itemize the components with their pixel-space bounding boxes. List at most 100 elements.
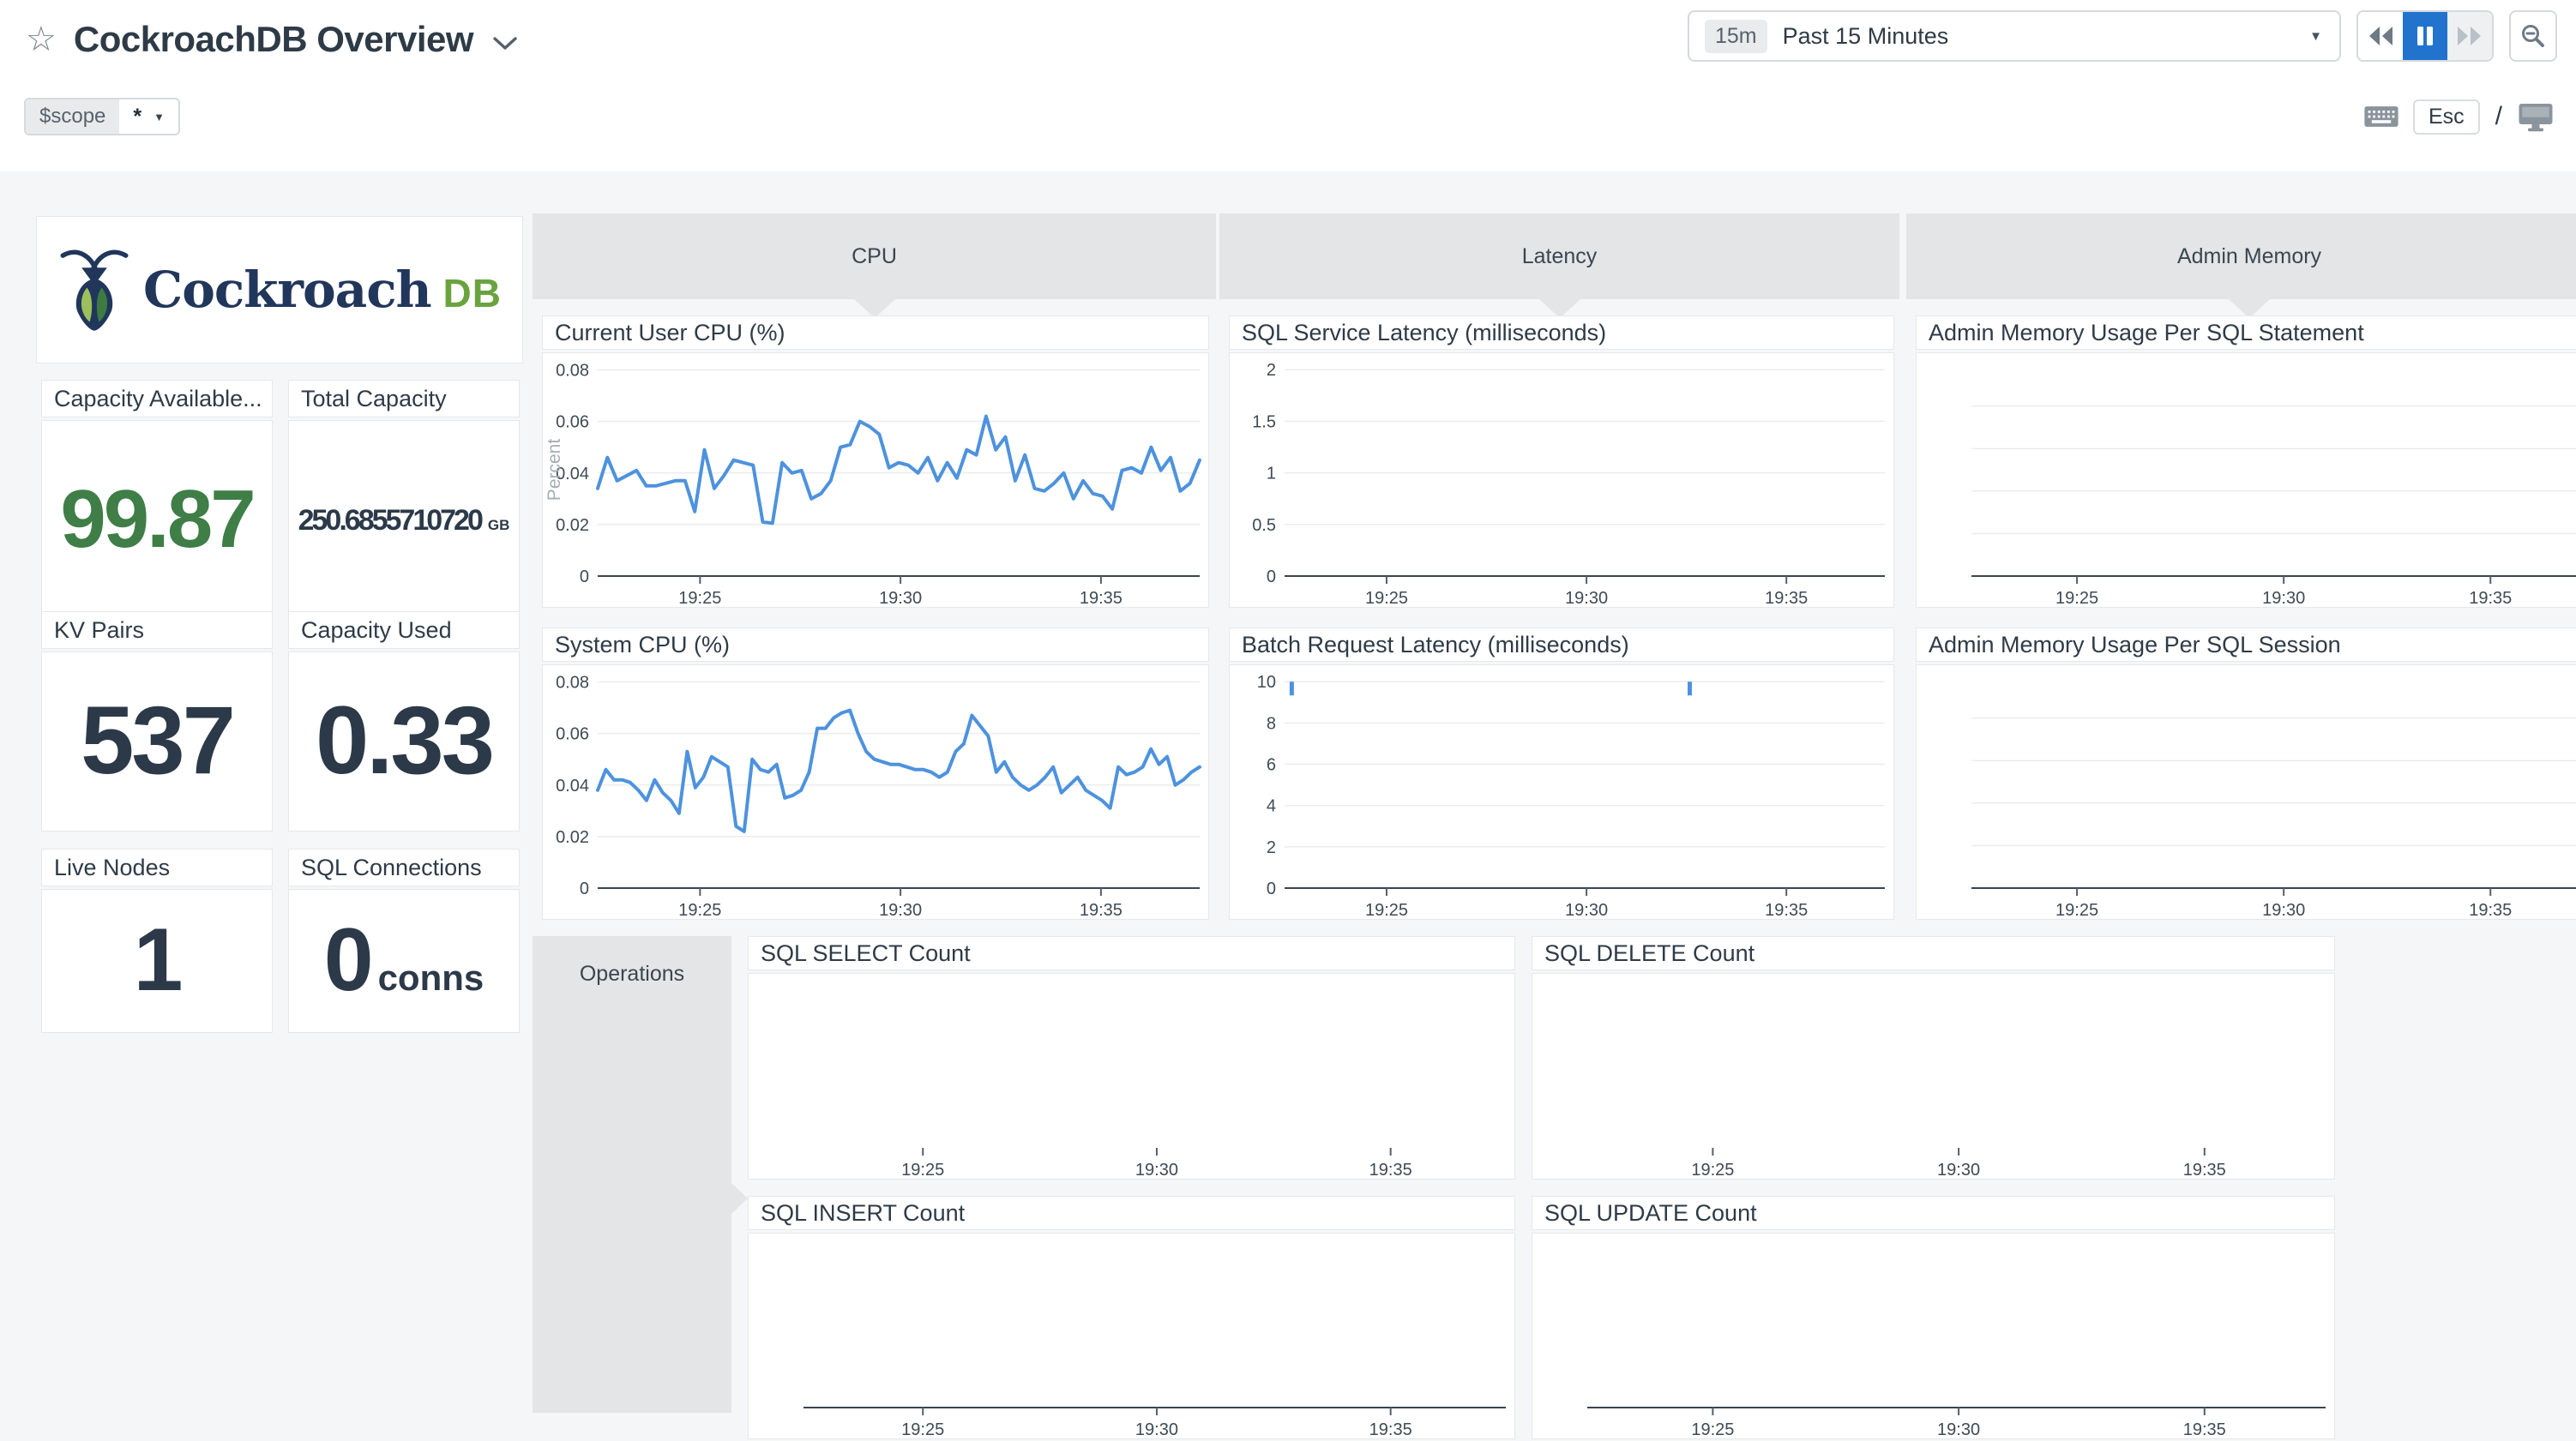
metric-card-title: Capacity Available... [41, 380, 273, 417]
svg-text:10: 10 [1257, 673, 1276, 692]
svg-text:19:30: 19:30 [1565, 589, 1608, 608]
pause-button[interactable] [2403, 12, 2447, 60]
section-header-cpu[interactable]: CPU [533, 213, 1216, 299]
chart-svg: 19:2519:3019:35 [1532, 974, 2336, 1180]
chart-title: SQL UPDATE Count [1544, 1200, 1757, 1227]
metric-value: 0.33 [316, 693, 492, 789]
svg-text:19:30: 19:30 [1565, 901, 1608, 920]
metric-title-text: Live Nodes [54, 855, 170, 881]
chart-title-bar: Admin Memory Usage Per SQL Statement [1916, 315, 2576, 350]
svg-text:6: 6 [1267, 756, 1276, 775]
svg-text:19:35: 19:35 [1765, 589, 1808, 608]
y-axis-unit-label: Percent [545, 439, 564, 501]
chart-title-bar: SQL SELECT Count [748, 936, 1515, 970]
chart-plot-area[interactable]: 19:2519:3019:35 [1916, 664, 2576, 920]
chart-title: SQL INSERT Count [761, 1200, 965, 1227]
section-label: Operations [533, 962, 731, 987]
metric-card-title: KV Pairs [41, 611, 273, 649]
svg-text:19:25: 19:25 [1365, 589, 1408, 608]
section-label: CPU [852, 244, 897, 269]
chart-title-bar: System CPU (%) [542, 627, 1209, 662]
keyboard-icon[interactable] [2363, 104, 2399, 129]
metric-card-body[interactable]: 537 [41, 651, 273, 832]
metric-card-body[interactable]: 250.6855710720 GB [288, 420, 520, 620]
pause-icon [2415, 25, 2435, 47]
svg-text:19:35: 19:35 [2183, 1420, 2226, 1439]
chart-title-bar: Current User CPU (%) [542, 315, 1209, 350]
svg-text:8: 8 [1267, 714, 1276, 733]
brand-name: Cockroach [143, 261, 431, 319]
metric-card-body[interactable]: 0conns [288, 889, 520, 1033]
chart-title: System CPU (%) [555, 632, 730, 658]
zoom-out-button[interactable] [2509, 10, 2557, 62]
chart-plot-area[interactable]: 19:2519:3019:35 [748, 1233, 1515, 1439]
chart-title: Current User CPU (%) [555, 320, 785, 346]
chart-plot-area[interactable]: 19:2519:3019:35 [1916, 352, 2576, 608]
svg-text:19:25: 19:25 [1691, 1161, 1734, 1180]
svg-text:0.02: 0.02 [556, 516, 589, 535]
metric-card-title: SQL Connections [288, 849, 520, 886]
metric-title-text: SQL Connections [301, 855, 482, 881]
metric-title-text: Total Capacity [301, 386, 447, 412]
section-header-latency[interactable]: Latency [1219, 213, 1899, 299]
chart-plot-area[interactable]: 024681019:2519:3019:35 [1229, 664, 1894, 920]
metric-card-title: Capacity Used [288, 611, 520, 649]
chart-plot-area[interactable]: 00.020.040.060.0819:2519:3019:35 [542, 664, 1209, 920]
svg-text:19:35: 19:35 [1369, 1161, 1412, 1180]
tv-mode-icon[interactable] [2518, 101, 2554, 132]
cockroachdb-logo-card[interactable]: Cockroach DB [36, 216, 523, 363]
chart-plot-area[interactable]: 19:2519:3019:35 [1532, 1233, 2335, 1439]
scope-variable-value: * ▼ [119, 99, 178, 134]
svg-text:0: 0 [1267, 880, 1276, 898]
svg-text:0.08: 0.08 [556, 674, 589, 693]
svg-text:19:25: 19:25 [2055, 901, 2098, 920]
rewind-button[interactable] [2358, 12, 2403, 60]
page-title: CockroachDB Overview [74, 19, 473, 60]
keyboard-hints: Esc / [2363, 99, 2554, 135]
chart-title-bar: Admin Memory Usage Per SQL Session [1916, 627, 2576, 662]
dashboard-canvas: ☆ CockroachDB Overview 15m Past 15 Minut… [0, 0, 2576, 1441]
section-header-admin-memory[interactable]: Admin Memory [1906, 213, 2576, 299]
svg-text:0: 0 [1267, 567, 1276, 586]
time-range-selector[interactable]: 15m Past 15 Minutes ▼ [1688, 10, 2341, 62]
svg-text:19:25: 19:25 [2055, 589, 2098, 608]
section-header-operations[interactable]: Operations [533, 936, 731, 1413]
svg-text:19:30: 19:30 [879, 901, 922, 920]
metric-card-body[interactable]: 1 [41, 889, 273, 1033]
chart-title-bar: Batch Request Latency (milliseconds) [1229, 627, 1894, 662]
metric-value: 537 [81, 693, 233, 789]
fast-forward-button[interactable] [2447, 12, 2492, 60]
chart-plot-area[interactable]: 19:2519:3019:35 [1532, 973, 2335, 1180]
metric-unit: GB [488, 517, 510, 534]
svg-text:19:30: 19:30 [1937, 1420, 1980, 1439]
chart-svg: 024681019:2519:3019:35 [1230, 665, 1895, 921]
svg-text:1.5: 1.5 [1252, 412, 1276, 431]
chart-title-bar: SQL Service Latency (milliseconds) [1229, 315, 1894, 350]
favorite-star-icon[interactable]: ☆ [26, 22, 57, 57]
scope-variable-selector[interactable]: $scope * ▼ [24, 98, 180, 135]
scope-value-text: * [133, 105, 141, 129]
chart-plot-area[interactable]: 00.020.040.060.0819:2519:3019:35Percent [542, 352, 1209, 608]
chart-svg: 00.020.040.060.0819:2519:3019:35 [543, 665, 1210, 921]
svg-text:0.02: 0.02 [556, 828, 589, 847]
chart-plot-area[interactable]: 00.511.5219:2519:3019:35 [1229, 352, 1894, 608]
chart-svg: 00.511.5219:2519:3019:35 [1230, 353, 1895, 609]
svg-text:19:35: 19:35 [2469, 589, 2512, 608]
metric-card-body[interactable]: 0.33 [288, 651, 520, 832]
metric-title-text: KV Pairs [54, 617, 144, 644]
svg-text:19:35: 19:35 [1080, 589, 1122, 608]
chart-svg: 19:2519:3019:35 [749, 974, 1516, 1180]
metric-value: 99.87 [60, 478, 253, 561]
metric-value: 250.6855710720 [298, 506, 481, 535]
svg-text:2: 2 [1267, 838, 1276, 857]
chart-plot-area[interactable]: 19:2519:3019:35 [748, 973, 1515, 1180]
title-bar: ☆ CockroachDB Overview 15m Past 15 Minut… [0, 0, 2576, 79]
metric-card-body[interactable]: 99.87 [41, 420, 273, 620]
cockroachdb-wordmark: Cockroach DB [143, 261, 502, 319]
svg-text:19:35: 19:35 [1765, 901, 1808, 920]
svg-text:0.06: 0.06 [556, 413, 589, 432]
title-chevron-down-icon[interactable] [492, 36, 518, 51]
svg-text:19:35: 19:35 [1080, 901, 1122, 920]
time-range-badge: 15m [1705, 20, 1767, 53]
svg-text:19:25: 19:25 [1365, 901, 1408, 920]
